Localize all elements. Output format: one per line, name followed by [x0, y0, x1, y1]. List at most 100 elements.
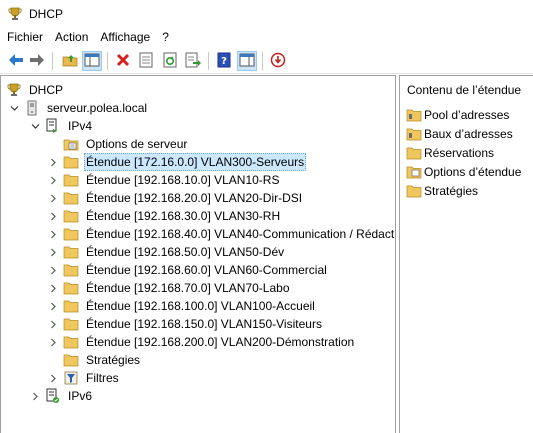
tree-label: Filtres [86, 371, 119, 385]
tree-label: serveur.polea.local [47, 101, 148, 115]
export-list-button[interactable] [183, 51, 203, 71]
scope-folder-icon [63, 244, 79, 260]
tree-filters[interactable]: Filtres [47, 369, 121, 387]
menu-affichage[interactable]: Affichage [94, 28, 156, 46]
policies-folder-icon [63, 352, 79, 368]
help-icon: ? [217, 52, 231, 71]
policies-folder-icon [406, 183, 422, 199]
address-pool-icon [406, 107, 422, 123]
tree-policies[interactable]: Stratégies [63, 351, 142, 369]
show-hide-tree-icon [84, 53, 100, 70]
result-item-reservations[interactable]: Réservations [406, 144, 494, 162]
chevron-right-icon[interactable] [47, 189, 59, 207]
tree-label: Stratégies [86, 353, 141, 367]
toolbar-separator [52, 52, 53, 70]
console-tree[interactable]: DHCP serveur.polea.local IPv4 Options de… [0, 75, 396, 433]
chevron-right-icon[interactable] [47, 225, 59, 243]
server-options-icon [63, 136, 79, 152]
result-item-address-pool[interactable]: Pool d’adresses [406, 106, 509, 124]
scope-folder-icon [63, 190, 79, 206]
chevron-right-icon[interactable] [47, 297, 59, 315]
result-pane: Contenu de l’étendue Pool d’adresses Bau… [399, 75, 533, 433]
chevron-right-icon[interactable] [29, 387, 41, 405]
help-button[interactable]: ? [214, 51, 234, 71]
tree-label: Étendue [192.168.60.0] VLAN60-Commercial [86, 263, 327, 277]
tree-label: Étendue [172.16.0.0] VLAN300-Serveurs [84, 153, 307, 171]
tree-label: Options de serveur [86, 137, 188, 151]
chevron-right-icon[interactable] [47, 243, 59, 261]
tree-scope[interactable]: Étendue [192.168.70.0] VLAN70-Labo [47, 279, 292, 297]
chevron-right-icon[interactable] [47, 333, 59, 351]
tree-ipv6[interactable]: IPv6 [29, 387, 94, 405]
svg-text:?: ? [221, 56, 227, 67]
tree-ipv4[interactable]: IPv4 [29, 117, 94, 135]
tree-label: Étendue [192.168.40.0] VLAN40-Communicat… [86, 227, 396, 241]
properties-button[interactable] [136, 51, 156, 71]
tree-label: IPv6 [68, 389, 93, 403]
menu-help[interactable]: ? [156, 28, 175, 46]
server-icon [24, 100, 40, 116]
tree-scope[interactable]: Étendue [192.168.60.0] VLAN60-Commercial [47, 261, 329, 279]
result-item-policies[interactable]: Stratégies [406, 182, 478, 200]
chevron-right-icon[interactable] [47, 153, 59, 171]
scope-folder-icon [63, 154, 79, 170]
toolbar-separator [208, 52, 209, 70]
menu-action[interactable]: Action [49, 28, 94, 46]
chevron-right-icon[interactable] [47, 279, 59, 297]
result-item-label: Pool d’adresses [424, 108, 510, 122]
tree-scope[interactable]: Étendue [192.168.100.0] VLAN100-Accueil [47, 297, 317, 315]
forward-button[interactable] [27, 51, 47, 71]
menu-bar: Fichier Action Affichage ? [0, 28, 533, 46]
show-hide-tree-button[interactable] [82, 51, 102, 71]
back-button[interactable] [6, 51, 26, 71]
chevron-down-icon[interactable] [29, 117, 41, 135]
tree-scope[interactable]: Étendue [192.168.20.0] VLAN20-Dir-DSI [47, 189, 304, 207]
tree-scope[interactable]: Étendue [172.16.0.0] VLAN300-Serveurs [47, 153, 307, 171]
reservations-icon [406, 145, 422, 161]
chevron-right-icon[interactable] [47, 315, 59, 333]
up-folder-icon [62, 52, 78, 71]
scope-folder-icon [63, 280, 79, 296]
chevron-right-icon[interactable] [47, 171, 59, 189]
tree-label: Étendue [192.168.10.0] VLAN10-RS [86, 173, 280, 187]
tree-root-dhcp[interactable]: DHCP [6, 81, 65, 99]
result-item-label: Options d’étendue [424, 165, 522, 179]
chevron-down-icon[interactable] [8, 99, 20, 117]
ipv6-network-icon [45, 388, 61, 404]
address-leases-icon [406, 126, 422, 142]
scope-options-icon [406, 164, 422, 180]
chevron-right-icon[interactable] [47, 207, 59, 225]
tree-label: Étendue [192.168.20.0] VLAN20-Dir-DSI [86, 191, 303, 205]
tree-scope[interactable]: Étendue [192.168.10.0] VLAN10-RS [47, 171, 281, 189]
toolbar-separator [262, 52, 263, 70]
export-list-icon [185, 52, 201, 71]
show-hide-action-pane-button[interactable] [237, 51, 257, 71]
result-item-address-leases[interactable]: Baux d’adresses [406, 125, 513, 143]
tree-scope[interactable]: Étendue [192.168.40.0] VLAN40-Communicat… [47, 225, 396, 243]
refresh-button[interactable] [160, 51, 180, 71]
delete-button[interactable] [113, 51, 133, 71]
deactivate-button[interactable] [268, 51, 288, 71]
ipv4-network-icon [45, 118, 61, 134]
menu-fichier[interactable]: Fichier [0, 28, 49, 46]
tree-server-options[interactable]: Options de serveur [63, 135, 189, 153]
scope-folder-icon [63, 334, 79, 350]
chevron-right-icon[interactable] [47, 369, 59, 387]
chevron-right-icon[interactable] [47, 261, 59, 279]
tree-scope[interactable]: Étendue [192.168.150.0] VLAN150-Visiteur… [47, 315, 324, 333]
tree-label: Étendue [192.168.150.0] VLAN150-Visiteur… [86, 317, 322, 331]
up-one-level-button[interactable] [60, 51, 80, 71]
properties-icon [139, 52, 153, 71]
tree-scope[interactable]: Étendue [192.168.50.0] VLAN50-Dév [47, 243, 286, 261]
refresh-icon [163, 52, 177, 71]
tree-scope[interactable]: Étendue [192.168.200.0] VLAN200-Démonstr… [47, 333, 356, 351]
tree-label: DHCP [29, 83, 64, 97]
dhcp-trophy-icon [7, 6, 23, 22]
tree-label: Étendue [192.168.200.0] VLAN200-Démonstr… [86, 335, 355, 349]
result-item-label: Réservations [424, 146, 495, 160]
scope-folder-icon [63, 208, 79, 224]
tree-server[interactable]: serveur.polea.local [8, 99, 149, 117]
result-item-scope-options[interactable]: Options d’étendue [406, 163, 521, 181]
scope-folder-icon [63, 262, 79, 278]
tree-scope[interactable]: Étendue [192.168.30.0] VLAN30-RH [47, 207, 282, 225]
